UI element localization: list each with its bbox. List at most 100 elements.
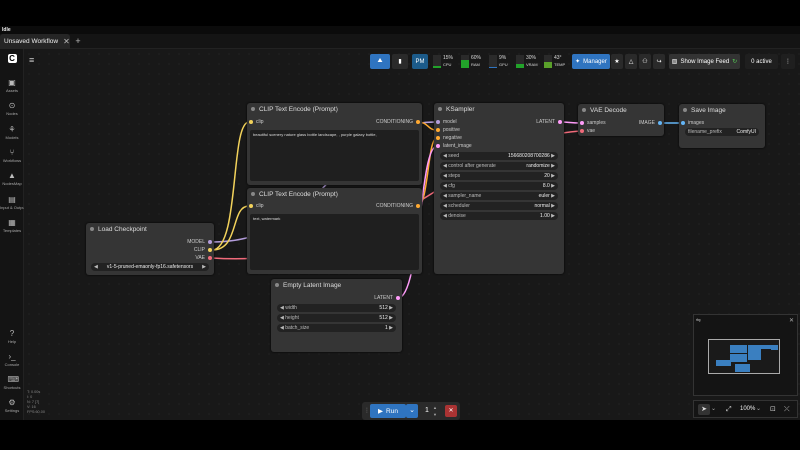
seed-widget[interactable]: ◀ seed 156680208700286 ▶	[440, 152, 558, 160]
vae-decode-node[interactable]: VAE Decode samples vae IMAGE	[578, 104, 664, 136]
close-icon[interactable]: ✕	[63, 37, 70, 46]
node-header[interactable]: CLIP Text Encode (Prompt)	[247, 188, 422, 200]
node-header[interactable]: CLIP Text Encode (Prompt)	[247, 103, 422, 115]
node-header[interactable]: Save Image	[679, 104, 765, 116]
prompt-textarea[interactable]: text, watermark	[250, 214, 419, 270]
sidebar-item-models[interactable]: ⚘ Models	[0, 125, 24, 140]
cancel-button[interactable]: ✕	[445, 405, 457, 417]
batch-stepper[interactable]: ▲ ▼	[433, 404, 439, 418]
sidebar-item-nodesmap[interactable]: ▲ NodesMap	[0, 171, 24, 186]
manager-button[interactable]: ✦ Manager	[572, 54, 610, 69]
puzzle-icon: ✦	[575, 59, 581, 65]
show-image-feed-button[interactable]: ▧ Show Image Feed ↻	[669, 54, 740, 69]
ksampler-node[interactable]: KSampler model positive negative latent_…	[434, 103, 564, 274]
focus-mode-icon[interactable]: ⊡	[770, 404, 776, 415]
minimap-close-icon[interactable]: ✕	[789, 317, 794, 324]
node-header[interactable]: Empty Latent Image	[271, 279, 402, 291]
collapse-dot-icon[interactable]	[251, 107, 255, 111]
steps-widget[interactable]: ◀ steps 20 ▶	[440, 172, 558, 180]
zoom-dropdown-chevron-icon[interactable]: ⌄	[756, 404, 761, 415]
negative-input-slot[interactable]: negative	[436, 135, 462, 141]
minimap-settings-icon[interactable]: ⇋	[696, 317, 701, 324]
hide-links-icon[interactable]: ⤫	[784, 404, 790, 415]
pointer-tool-button[interactable]: ➤	[698, 404, 710, 415]
node-header[interactable]: KSampler	[434, 103, 564, 115]
node-title: VAE Decode	[590, 106, 627, 114]
run-options-dropdown[interactable]: ⌄	[406, 404, 418, 418]
collapse-dot-icon[interactable]	[275, 283, 279, 287]
bookmark-button[interactable]: ▮	[392, 54, 408, 69]
alert-button[interactable]: △	[625, 54, 637, 69]
save-image-node[interactable]: Save Image images filename_prefix ComfyUI	[679, 104, 765, 148]
hamburger-menu-icon[interactable]: ≡	[29, 55, 34, 65]
collapse-dot-icon[interactable]	[90, 227, 94, 231]
collapse-dot-icon[interactable]	[251, 192, 255, 196]
sidebar-item-label: Help	[7, 339, 17, 344]
model-output-slot[interactable]: MODEL	[187, 239, 212, 245]
run-button[interactable]: ▶ Run	[370, 404, 406, 418]
node-header[interactable]: Load Checkpoint	[86, 223, 214, 235]
sidebar-item-assets[interactable]: ▣ Assets	[0, 78, 24, 93]
collapse-dot-icon[interactable]	[582, 108, 586, 112]
sidebar-item-nodes[interactable]: ⊙ Nodes	[0, 101, 24, 116]
minimap[interactable]: ⇋ ✕	[693, 314, 798, 396]
batch-count-input[interactable]: 1	[421, 404, 433, 418]
drag-handle-icon[interactable]: ⋮	[364, 402, 370, 420]
sidebar-item-workflows[interactable]: ⑂ Workflows	[0, 148, 24, 163]
image-output-slot[interactable]: IMAGE	[639, 120, 662, 126]
conditioning-output-slot[interactable]: CONDITIONING	[376, 203, 420, 209]
vae-input-slot[interactable]: vae	[580, 128, 595, 134]
latent-image-input-slot[interactable]: latent_image	[436, 143, 472, 149]
sidebar-item-help[interactable]: ? Help	[0, 329, 24, 344]
collapse-dot-icon[interactable]	[438, 107, 442, 111]
scheduler-widget[interactable]: ◀ scheduler normal ▶	[440, 202, 558, 210]
sidebar-item-input-outputs[interactable]: ▤ Input & Outputs	[0, 195, 28, 210]
pm-button[interactable]: PM	[412, 54, 428, 69]
clip-input-slot[interactable]: clip	[249, 203, 264, 209]
latent-output-slot[interactable]: LATENT	[536, 119, 562, 125]
share-button[interactable]: ↪	[653, 54, 665, 69]
ckpt-name-widget[interactable]: ◀ v1-5-pruned-emaonly-fp16.safetensors ▶	[91, 263, 209, 271]
more-button[interactable]: ⋮	[781, 54, 795, 69]
clip-text-encode-node-positive[interactable]: CLIP Text Encode (Prompt) clip CONDITION…	[247, 103, 422, 185]
active-queue-badge[interactable]: 0 active	[745, 54, 778, 69]
clip-output-slot[interactable]: CLIP	[194, 247, 212, 253]
title-bar: Idle	[0, 26, 800, 34]
vae-output-slot[interactable]: VAE	[195, 255, 212, 261]
star-button[interactable]: ★	[611, 54, 623, 69]
latent-output-slot[interactable]: LATENT	[374, 295, 400, 301]
fit-view-icon[interactable]: ⤢	[726, 404, 732, 415]
queue-icon-button[interactable]: ⛰	[370, 54, 390, 69]
clip-input-slot[interactable]: clip	[249, 119, 264, 125]
control-after-generate-widget[interactable]: ◀ control after generate randomize ▶	[440, 162, 558, 170]
empty-latent-image-node[interactable]: Empty Latent Image LATENT ◀ width 512 ▶ ◀…	[271, 279, 402, 352]
positive-input-slot[interactable]: positive	[436, 127, 460, 133]
height-widget[interactable]: ◀ height 512 ▶	[277, 314, 396, 322]
clip-text-encode-node-negative[interactable]: CLIP Text Encode (Prompt) clip CONDITION…	[247, 188, 422, 274]
prompt-textarea[interactable]: beautiful scenery nature glass bottle la…	[250, 130, 419, 181]
sidebar-item-console[interactable]: ›_ Console	[0, 352, 24, 367]
tab-unsaved-workflow[interactable]: Unsaved Workflow ✕	[0, 34, 70, 49]
images-input-slot[interactable]: images	[681, 120, 704, 126]
logo-icon[interactable]: C	[7, 54, 17, 63]
menu-button[interactable]: C	[0, 54, 24, 63]
chevron-down-icon[interactable]: ⌄	[711, 404, 716, 415]
sampler-name-widget[interactable]: ◀ sampler_name euler ▶	[440, 192, 558, 200]
zoom-level[interactable]: 100%	[740, 404, 755, 415]
model-input-slot[interactable]: model	[436, 119, 457, 125]
collapse-dot-icon[interactable]	[683, 108, 687, 112]
batch-size-widget[interactable]: ◀ batch_size 1 ▶	[277, 324, 396, 332]
filename-prefix-widget[interactable]: filename_prefix ComfyUI	[685, 128, 759, 136]
denoise-widget[interactable]: ◀ denoise 1.00 ▶	[440, 212, 558, 220]
conditioning-output-slot[interactable]: CONDITIONING	[376, 119, 420, 125]
load-checkpoint-node[interactable]: Load Checkpoint MODEL CLIP VAE ◀ v1-5-pru…	[86, 223, 214, 275]
new-tab-button[interactable]: +	[73, 34, 83, 49]
sidebar-item-settings[interactable]: ⚙ Settings	[0, 398, 24, 413]
sidebar-item-templates[interactable]: ▦ Templates	[0, 218, 24, 233]
cfg-widget[interactable]: ◀ cfg 8.0 ▶	[440, 182, 558, 190]
users-button[interactable]: ⚇	[639, 54, 651, 69]
node-header[interactable]: VAE Decode	[578, 104, 664, 116]
samples-input-slot[interactable]: samples	[580, 120, 606, 126]
width-widget[interactable]: ◀ width 512 ▶	[277, 304, 396, 312]
sidebar-item-shortcuts[interactable]: ⌨ Shortcuts	[0, 375, 24, 390]
